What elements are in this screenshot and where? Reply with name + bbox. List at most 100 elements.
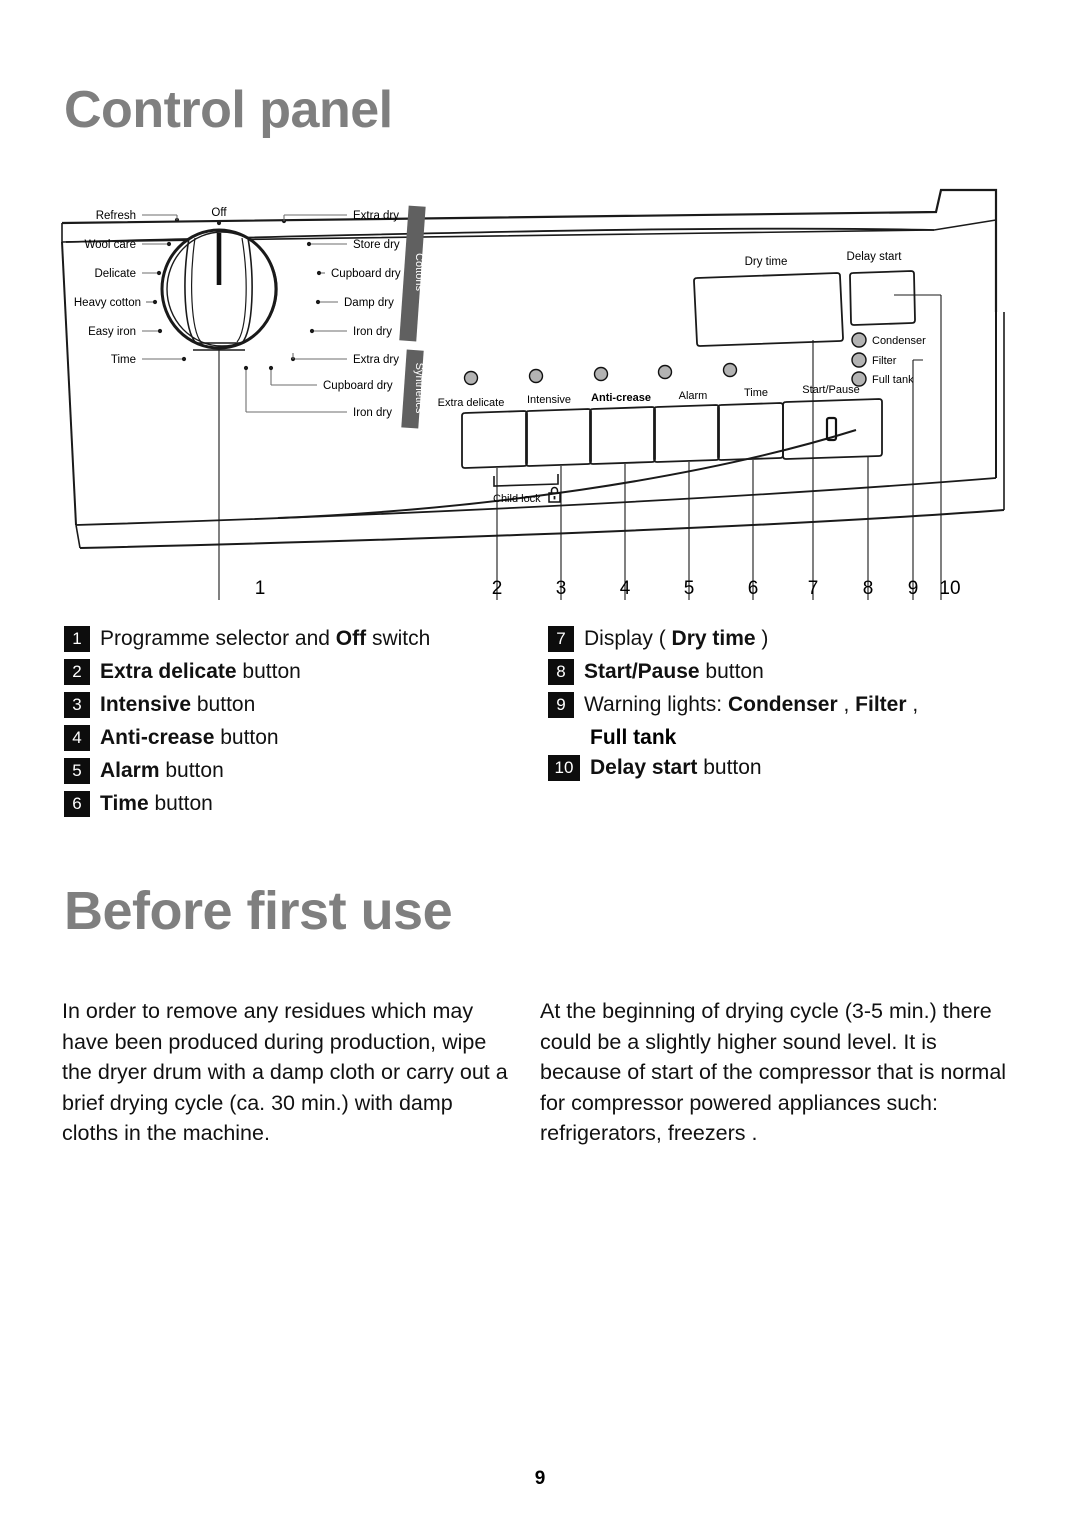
legend-item-2: 2 Extra delicate button (64, 657, 534, 687)
legend-item-1: 1 Programme selector and Off switch (64, 624, 534, 654)
button-delay-start[interactable] (849, 270, 916, 326)
legend-text-1-bold: Off (335, 627, 367, 650)
legend-text-6: Time button (100, 789, 213, 819)
legend-text-3: Intensive button (100, 690, 255, 720)
callout-number-4: 4 (619, 578, 631, 599)
legend-column-left: 1 Programme selector and Off switch 2 Ex… (64, 624, 534, 822)
legend-number-5: 5 (64, 758, 90, 784)
svg-text:Cupboard dry: Cupboard dry (323, 380, 393, 392)
legend-text-8-post: button (699, 660, 764, 683)
legend-list: 1 Programme selector and Off switch 2 Ex… (64, 624, 1024, 854)
button-label-start-pause: Start/Pause (802, 384, 859, 396)
legend-text-3-post: button (191, 693, 256, 716)
delay-start-label: Delay start (847, 251, 903, 263)
legend-text-4: Anti-crease button (100, 723, 279, 753)
warning-label-filter: Filter (872, 355, 897, 367)
legend-text-5: Alarm button (100, 756, 224, 786)
legend-text-2-bold: Extra delicate (100, 660, 237, 683)
legend-item-4: 4 Anti-crease button (64, 723, 534, 753)
legend-text-10: Delay start button (590, 753, 762, 783)
legend-item-9: 9 Warning lights: Condenser , Filter , (548, 690, 1024, 720)
page-title-control-panel: Control panel (64, 81, 393, 139)
legend-text-1-pre: Programme selector and (100, 627, 336, 650)
legend-number-6: 6 (64, 791, 90, 817)
legend-text-1: Programme selector and Off switch (100, 624, 430, 654)
warning-label-full-tank: Full tank (872, 374, 914, 386)
callout-number-8: 8 (862, 578, 874, 599)
callout-number-9: 9 (907, 578, 919, 599)
legend-number-10: 10 (548, 755, 580, 781)
button-intensive[interactable] (525, 408, 592, 467)
knob-right-labels-synthetics: Extra dry Cupboard dry Iron dry (243, 353, 399, 419)
button-extra-delicate[interactable] (461, 410, 528, 469)
category-band-cottons: Cottons (399, 205, 426, 342)
body-paragraph-left: In order to remove any residues which ma… (62, 999, 508, 1145)
legend-text-9-bold2: Filter (855, 693, 907, 716)
knob-off-tick (216, 220, 222, 226)
legend-text-7-post: ) (755, 627, 769, 650)
legend-text-7: Display ( Dry time ) (584, 624, 768, 654)
manual-page: Control panel Off Refresh Wool care Deli… (0, 0, 1080, 1529)
body-paragraph-right: At the beginning of drying cycle (3-5 mi… (540, 999, 1007, 1145)
led-full-tank (851, 371, 867, 387)
legend-number-8: 8 (548, 659, 574, 685)
legend-text-3-bold: Intensive (100, 693, 192, 716)
led-alarm (657, 364, 673, 380)
legend-text-10-post: button (697, 756, 762, 779)
led-extra-delicate (463, 370, 479, 386)
legend-item-6: 6 Time button (64, 789, 534, 819)
legend-text-9: Warning lights: Condenser , Filter , (584, 690, 918, 720)
button-label-intensive: Intensive (527, 394, 571, 406)
legend-text-8-bold: Start/Pause (584, 660, 700, 683)
button-time[interactable] (717, 402, 784, 461)
callout-number-5: 5 (683, 578, 695, 599)
svg-text:Iron dry: Iron dry (353, 326, 392, 338)
svg-text:Cupboard dry: Cupboard dry (331, 268, 401, 280)
button-label-anti-crease: Anti-crease (591, 392, 651, 404)
svg-text:Damp dry: Damp dry (344, 297, 394, 309)
legend-text-9-bold: Condenser (727, 693, 838, 716)
svg-text:Iron dry: Iron dry (353, 407, 392, 419)
svg-text:Extra dry: Extra dry (353, 210, 399, 222)
button-row: Extra delicate Intensive Anti-crease Ala… (438, 362, 883, 505)
category-label-cottons: Cottons (413, 253, 425, 291)
callout-number-2: 2 (491, 578, 503, 599)
led-anti-crease (593, 366, 609, 382)
svg-text:Easy iron: Easy iron (88, 326, 136, 338)
button-label-extra-delicate: Extra delicate (438, 397, 505, 409)
legend-text-7-pre: Display ( (584, 627, 672, 650)
legend-text-9-continuation: Full tank (590, 726, 677, 749)
legend-item-7: 7 Display ( Dry time ) (548, 624, 1024, 654)
button-alarm[interactable] (653, 404, 720, 463)
led-intensive (528, 368, 544, 384)
legend-text-5-bold: Alarm (100, 759, 160, 782)
programme-selector-knob[interactable] (160, 228, 278, 351)
legend-number-4: 4 (64, 725, 90, 751)
legend-text-9-post: , (837, 693, 856, 716)
legend-text-2: Extra delicate button (100, 657, 301, 687)
led-time (722, 362, 738, 378)
legend-item-10: 10 Delay start button (548, 753, 1024, 783)
category-label-synthetics: Synthetics (413, 363, 425, 414)
callout-number-6: 6 (747, 578, 759, 599)
button-anti-crease[interactable] (589, 406, 656, 465)
legend-number-1: 1 (64, 626, 90, 652)
legend-column-right: 7 Display ( Dry time ) 8 Start/Pause but… (548, 624, 1024, 786)
legend-item-8: 8 Start/Pause button (548, 657, 1024, 687)
legend-text-1-post: switch (366, 627, 431, 650)
legend-text-7-bold: Dry time (671, 627, 756, 650)
button-start-pause[interactable] (782, 398, 883, 460)
legend-text-9-post2: , (906, 693, 919, 716)
display-label-dry-time: Dry time (745, 256, 788, 268)
legend-text-4-post: button (214, 726, 279, 749)
svg-text:Refresh: Refresh (96, 210, 136, 222)
button-label-alarm: Alarm (679, 390, 708, 402)
legend-text-5-post: button (159, 759, 224, 782)
svg-text:Time: Time (111, 354, 136, 366)
warning-label-condenser: Condenser (872, 335, 926, 347)
led-condenser (851, 332, 867, 348)
category-band-synthetics: Synthetics (401, 349, 425, 429)
legend-item-5: 5 Alarm button (64, 756, 534, 786)
child-lock-label: Child lock (493, 493, 541, 505)
legend-number-7: 7 (548, 626, 574, 652)
